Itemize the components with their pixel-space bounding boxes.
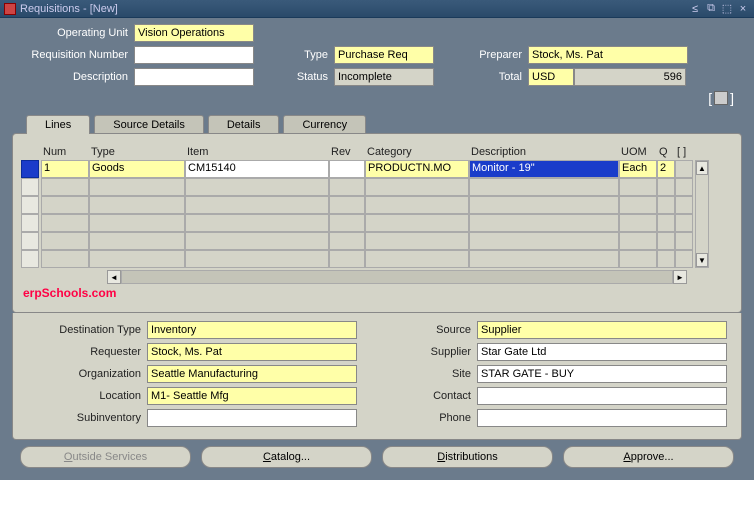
detail-section: Destination Type Requester Organization … (12, 313, 742, 440)
requester-label: Requester (27, 346, 147, 358)
description-label: Description (8, 71, 134, 83)
col-rev: Rev (329, 144, 365, 160)
supplier-label: Supplier (397, 346, 477, 358)
table-row-empty[interactable] (21, 214, 693, 232)
preparer-label: Preparer (458, 49, 528, 61)
contact-label: Contact (397, 390, 477, 402)
tab-lines[interactable]: Lines (26, 115, 90, 134)
cell-uom[interactable]: Each (619, 160, 657, 178)
org-field[interactable] (147, 365, 357, 383)
col-type: Type (89, 144, 185, 160)
dest-type-field[interactable] (147, 321, 357, 339)
table-row-empty[interactable] (21, 250, 693, 268)
tab-bar: Lines Source Details Details Currency (8, 114, 746, 133)
minimize-button[interactable]: ≤ (688, 2, 702, 16)
approve-button[interactable]: Approve... (563, 446, 734, 468)
table-row-empty[interactable] (21, 232, 693, 250)
table-row[interactable]: 1 Goods CM15140 PRODUCTN.MO Monitor - 19… (21, 160, 693, 178)
total-label: Total (458, 71, 528, 83)
dest-type-label: Destination Type (27, 324, 147, 336)
scroll-left-icon[interactable]: ◄ (107, 270, 121, 284)
tab-source-details[interactable]: Source Details (94, 115, 204, 134)
header-form: Operating Unit Requisition Number Type P… (0, 18, 754, 480)
cell-item[interactable]: CM15140 (185, 160, 329, 178)
operating-unit-field[interactable] (134, 24, 254, 42)
col-description: Description (469, 144, 619, 160)
col-num: Num (41, 144, 89, 160)
status-label: Status (274, 71, 334, 83)
restore-button[interactable]: ⧉ (704, 2, 718, 16)
contact-field[interactable] (477, 387, 727, 405)
total-amount-field (574, 68, 686, 86)
cell-num[interactable]: 1 (41, 160, 89, 178)
cell-rev[interactable] (329, 160, 365, 178)
col-uom: UOM (619, 144, 657, 160)
watermark: erpSchools.com (23, 286, 116, 300)
col-quantity: Q (657, 144, 675, 160)
cell-description[interactable]: Monitor - 19" (469, 160, 619, 178)
window-title: Requisitions - [New] (20, 3, 686, 15)
cell-type[interactable]: Goods (89, 160, 185, 178)
table-row-empty[interactable] (21, 178, 693, 196)
location-label: Location (27, 390, 147, 402)
total-currency-field[interactable] (528, 68, 574, 86)
scroll-right-icon[interactable]: ► (673, 270, 687, 284)
source-field[interactable] (477, 321, 727, 339)
phone-field[interactable] (477, 409, 727, 427)
type-label: Type (274, 49, 334, 61)
table-row-empty[interactable] (21, 196, 693, 214)
vertical-scrollbar[interactable]: ▲ ▼ (695, 160, 709, 268)
tab-currency[interactable]: Currency (283, 115, 366, 134)
distributions-button[interactable]: Distributions (382, 446, 553, 468)
cell-bracket[interactable] (675, 160, 693, 178)
location-field[interactable] (147, 387, 357, 405)
catalog-button[interactable]: Catalog... (201, 446, 372, 468)
scroll-down-icon[interactable]: ▼ (696, 253, 708, 267)
col-category: Category (365, 144, 469, 160)
lines-panel: erpSchools.com Num Type Item Rev Categor… (12, 133, 742, 313)
req-number-field[interactable] (134, 46, 254, 64)
cell-category[interactable]: PRODUCTN.MO (365, 160, 469, 178)
operating-unit-label: Operating Unit (8, 27, 134, 39)
supplier-field[interactable] (477, 343, 727, 361)
row-selector[interactable] (21, 160, 39, 178)
scroll-up-icon[interactable]: ▲ (696, 161, 708, 175)
tab-details[interactable]: Details (208, 115, 280, 134)
org-label: Organization (27, 368, 147, 380)
requester-field[interactable] (147, 343, 357, 361)
site-label: Site (397, 368, 477, 380)
subinv-field[interactable] (147, 409, 357, 427)
maximize-button[interactable]: ⬚ (720, 2, 734, 16)
type-field[interactable] (334, 46, 434, 64)
bracket-right: ] (728, 90, 736, 106)
req-number-label: Requisition Number (8, 49, 134, 61)
horizontal-scrollbar[interactable]: ◄ ► (107, 270, 687, 284)
button-bar: Outside Services Catalog... Distribution… (8, 440, 746, 474)
titlebar: Requisitions - [New] ≤ ⧉ ⬚ × (0, 0, 754, 18)
status-field (334, 68, 434, 86)
cell-quantity[interactable]: 2 (657, 160, 675, 178)
outside-services-button: Outside Services (20, 446, 191, 468)
preparer-field[interactable] (528, 46, 688, 64)
description-field[interactable] (134, 68, 254, 86)
col-item: Item (185, 144, 329, 160)
phone-label: Phone (397, 412, 477, 424)
site-field[interactable] (477, 365, 727, 383)
app-icon (4, 3, 16, 15)
header-checkbox[interactable] (714, 91, 728, 105)
subinv-label: Subinventory (27, 412, 147, 424)
close-button[interactable]: × (736, 2, 750, 16)
col-bracket: [ ] (675, 144, 699, 160)
source-label: Source (397, 324, 477, 336)
bracket-left: [ (706, 90, 714, 106)
